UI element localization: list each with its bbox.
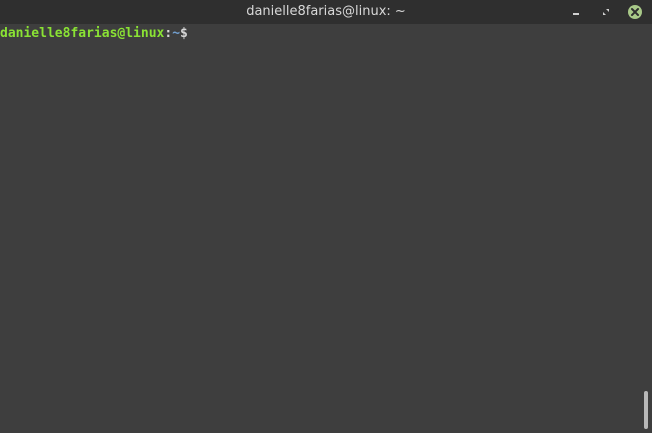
close-button[interactable]	[627, 4, 643, 20]
maximize-icon	[603, 9, 609, 15]
terminal-window: danielle8farias@linux: ~ danielle8farias…	[0, 0, 652, 433]
vertical-scrollbar[interactable]	[640, 24, 652, 433]
prompt-line: danielle8farias@linux:~$	[0, 25, 188, 42]
minimize-icon	[573, 13, 579, 15]
title-bar[interactable]: danielle8farias@linux: ~	[0, 0, 652, 24]
maximize-button[interactable]	[598, 4, 614, 20]
terminal-content[interactable]: danielle8farias@linux:~$	[0, 24, 640, 433]
minimize-button[interactable]	[568, 4, 584, 20]
prompt-symbol: $	[180, 26, 188, 41]
window-title: danielle8farias@linux: ~	[246, 4, 406, 19]
prompt-directory: ~	[172, 26, 181, 41]
scrollbar-thumb[interactable]	[644, 391, 648, 429]
prompt-user-host: danielle8farias@linux	[0, 26, 165, 41]
close-icon	[628, 5, 642, 19]
